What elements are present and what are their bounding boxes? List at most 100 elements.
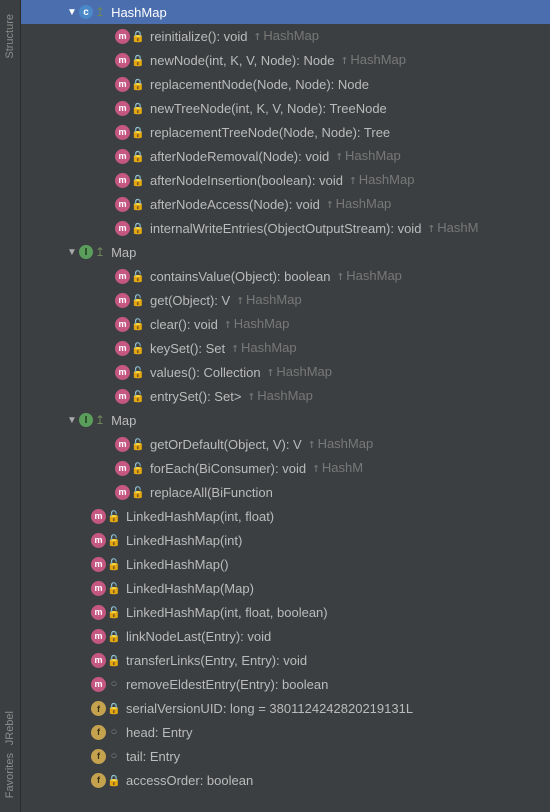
expand-arrow-icon[interactable]: ▼ <box>65 247 79 258</box>
public-icon: 🔓 <box>132 342 144 355</box>
inherited-from: ↑HashMap <box>254 28 319 44</box>
method-icon: m <box>115 173 130 188</box>
tree-method-row[interactable]: m 🔒 replacementTreeNode(Node, Node): Tree <box>21 120 550 144</box>
tree-method-row[interactable]: f ○tail: Entry <box>21 744 550 768</box>
tree-method-row[interactable]: m 🔓forEach(BiConsumer): void↑HashM <box>21 456 550 480</box>
public-icon: 🔓 <box>132 294 144 307</box>
tree-method-row[interactable]: m 🔒replacementNode(Node, Node): Node <box>21 72 550 96</box>
signature-label: containsValue(Object): boolean <box>150 269 330 284</box>
favorites-tool-tab[interactable]: Favorites <box>4 753 16 798</box>
private-icon: 🔒 <box>132 150 144 163</box>
class-icon: c <box>79 5 93 19</box>
tree-method-row[interactable]: m 🔒internalWriteEntries(ObjectOutputStre… <box>21 216 550 240</box>
tree-method-row[interactable]: m 🔒linkNodeLast(Entry): void <box>21 624 550 648</box>
signature-label: values(): Collection <box>150 365 261 380</box>
private-icon: 🔒 <box>132 174 144 187</box>
signature-label: replacementTreeNode(Node, Node): Tree <box>150 125 390 140</box>
expand-arrow-icon[interactable]: ▼ <box>65 7 79 18</box>
interface-node-map[interactable]: ▼ I ↥ Map <box>21 240 550 264</box>
tree-method-row[interactable]: m 🔓values(): Collection↑HashMap <box>21 360 550 384</box>
expand-arrow-icon[interactable]: ▼ <box>65 415 79 426</box>
tree-method-row[interactable]: m 🔒afterNodeAccess(Node): void↑HashMap <box>21 192 550 216</box>
signature-label: newNode(int, K, V, Node): Node <box>150 53 335 68</box>
field-icon: f <box>91 773 106 788</box>
method-icon: m <box>115 461 130 476</box>
method-icon: m <box>115 389 130 404</box>
signature-label: get(Object): V <box>150 293 230 308</box>
field-icon: f <box>91 701 106 716</box>
inherited-from: ↑HashMap <box>341 52 406 68</box>
tree-method-row[interactable]: m 🔒transferLinks(Entry, Entry): void <box>21 648 550 672</box>
override-up-icon: ↥ <box>95 245 105 259</box>
inherited-from: ↑HashMap <box>335 148 400 164</box>
private-icon: 🔒 <box>108 630 120 643</box>
tree-method-row[interactable]: m 🔓getOrDefault(Object, V): V↑HashMap <box>21 432 550 456</box>
tree-method-row[interactable]: m 🔓 LinkedHashMap() <box>21 552 550 576</box>
method-icon: m <box>91 533 106 548</box>
tree-method-row[interactable]: f 🔒accessOrder: boolean <box>21 768 550 792</box>
signature-label: LinkedHashMap(Map) <box>126 581 254 596</box>
public-icon: 🔓 <box>108 558 120 571</box>
inherited-from: ↑HashMap <box>231 340 296 356</box>
public-icon: 🔓 <box>132 486 144 499</box>
inherited-from: ↑HashMap <box>247 388 312 404</box>
method-icon: m <box>91 677 106 692</box>
private-icon: 🔒 <box>108 774 120 787</box>
public-icon: 🔓 <box>108 534 120 547</box>
inherited-from: ↑HashM <box>312 460 363 476</box>
public-icon: 🔓 <box>108 510 120 523</box>
tree-method-row[interactable]: m 🔓LinkedHashMap(Map) <box>21 576 550 600</box>
method-icon: m <box>115 29 130 44</box>
private-icon: 🔒 <box>132 126 144 139</box>
signature-label: internalWriteEntries(ObjectOutputStream)… <box>150 221 421 236</box>
tree-method-row[interactable]: m 🔒 afterNodeRemoval(Node): void ↑HashMap <box>21 144 550 168</box>
method-icon: m <box>115 125 130 140</box>
public-icon: 🔓 <box>132 462 144 475</box>
method-icon: m <box>115 149 130 164</box>
tree-method-row[interactable]: m 🔒newNode(int, K, V, Node): Node↑HashMa… <box>21 48 550 72</box>
tree-method-row[interactable]: f ○head: Entry <box>21 720 550 744</box>
jrebel-tool-tab[interactable]: JRebel <box>4 711 16 745</box>
private-icon: 🔒 <box>108 702 120 715</box>
tree-method-row[interactable]: m 🔒newTreeNode(int, K, V, Node): TreeNod… <box>21 96 550 120</box>
package-icon: ○ <box>108 678 120 690</box>
method-icon: m <box>91 509 106 524</box>
tool-window-stripe[interactable]: Structure JRebel Favorites <box>0 0 21 812</box>
class-node-hashmap[interactable]: ▼ c ↥ HashMap <box>21 0 550 24</box>
method-icon: m <box>115 77 130 92</box>
tree-method-row[interactable]: m 🔓containsValue(Object): boolean↑HashMa… <box>21 264 550 288</box>
tree-method-row[interactable]: f 🔒serialVersionUID: long = 380112424282… <box>21 696 550 720</box>
tree-method-row[interactable]: m 🔓entrySet(): Set>↑HashMap <box>21 384 550 408</box>
tree-method-row[interactable]: m 🔒afterNodeInsertion(boolean): void↑Has… <box>21 168 550 192</box>
tree-method-row[interactable]: m 🔓clear(): void↑HashMap <box>21 312 550 336</box>
inherited-from: ↑HashMap <box>267 364 332 380</box>
method-icon: m <box>91 557 106 572</box>
tree-method-row[interactable]: m 🔓LinkedHashMap(int) <box>21 528 550 552</box>
method-icon: m <box>115 317 130 332</box>
public-icon: 🔓 <box>132 366 144 379</box>
tree-method-row[interactable]: m 🔓keySet(): Set↑HashMap <box>21 336 550 360</box>
private-icon: 🔒 <box>132 54 144 67</box>
inherited-from: ↑HashMap <box>224 316 289 332</box>
tree-method-row[interactable]: m 🔓LinkedHashMap(int, float, boolean) <box>21 600 550 624</box>
signature-label: afterNodeRemoval(Node): void <box>150 149 329 164</box>
tree-method-row[interactable]: m 🔓replaceAll(BiFunction <box>21 480 550 504</box>
method-icon: m <box>91 629 106 644</box>
interface-node-map[interactable]: ▼ I ↥ Map <box>21 408 550 432</box>
tree-method-row[interactable]: m 🔓LinkedHashMap(int, float) <box>21 504 550 528</box>
structure-tool-tab[interactable]: Structure <box>4 14 16 59</box>
inherited-from: ↑HashM <box>427 220 478 236</box>
tree-method-row[interactable]: m ○removeEldestEntry(Entry): boolean <box>21 672 550 696</box>
tree-method-row[interactable]: m 🔒reinitialize(): void↑HashMap <box>21 24 550 48</box>
override-up-icon: ↥ <box>95 5 105 19</box>
private-icon: 🔒 <box>108 654 120 667</box>
private-icon: 🔒 <box>132 222 144 235</box>
structure-tree[interactable]: ▼ c ↥ HashMap m 🔒reinitialize(): void↑Ha… <box>21 0 550 812</box>
signature-label: LinkedHashMap() <box>126 557 229 572</box>
signature-label: tail: Entry <box>126 749 180 764</box>
tree-method-row[interactable]: m 🔓get(Object): V↑HashMap <box>21 288 550 312</box>
signature-label: afterNodeInsertion(boolean): void <box>150 173 343 188</box>
node-label: Map <box>111 245 136 260</box>
private-icon: 🔒 <box>132 30 144 43</box>
private-icon: 🔒 <box>132 102 144 115</box>
